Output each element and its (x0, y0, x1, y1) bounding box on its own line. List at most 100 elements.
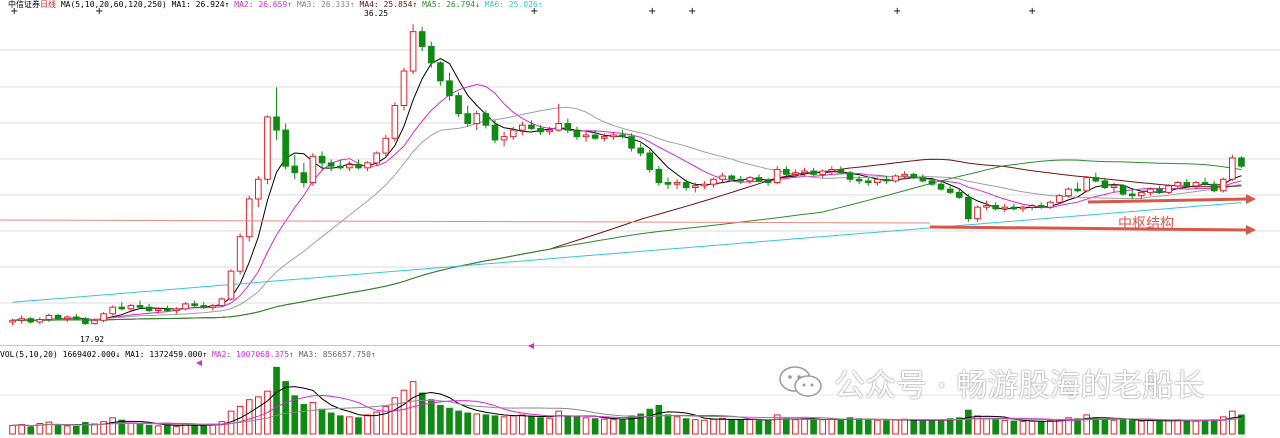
candle-body (1110, 185, 1118, 188)
candle-body (546, 129, 553, 133)
candle-body (728, 175, 736, 180)
volume-bar (600, 418, 608, 435)
candle-body (537, 127, 544, 133)
volume-bar (946, 418, 954, 435)
volume-bar (1165, 419, 1172, 435)
volume-bar (810, 419, 817, 435)
volume-bar (291, 395, 299, 435)
candle-body (1074, 188, 1081, 192)
candle-body (72, 316, 80, 320)
candle-body (518, 124, 526, 131)
candle-body (1001, 206, 1009, 210)
volume-bar (482, 414, 490, 435)
candle-body (610, 134, 617, 138)
volume-bar (664, 414, 672, 435)
watermark-text: 公众号 · 畅游股海的老船长 (834, 367, 1205, 404)
volume-bar (1110, 419, 1118, 435)
volume-bar (318, 408, 326, 435)
pivot-zone-annotation: 中枢结构 (1118, 216, 1174, 232)
candle-body (1210, 183, 1218, 192)
candle-body (637, 147, 644, 154)
candle-body (291, 165, 299, 174)
candle-body (182, 303, 189, 310)
candle-body (819, 170, 827, 175)
volume-bar (655, 404, 663, 435)
candle-body (992, 205, 999, 210)
candle-body (1137, 191, 1145, 197)
event-marker: + (1028, 6, 1036, 17)
volume-bar (1001, 420, 1009, 435)
candle-body (391, 104, 399, 139)
volume-bar (1010, 420, 1018, 435)
volume-bar (1128, 420, 1136, 435)
volume-bar (364, 414, 371, 435)
candle-body (209, 305, 217, 308)
volume-bar (883, 420, 890, 435)
volume-bar (236, 405, 244, 435)
volume-bar (764, 420, 772, 435)
candle-body (400, 70, 408, 106)
candle-body (782, 168, 790, 175)
candle-body (91, 319, 98, 325)
volume-bar (828, 418, 836, 435)
candle-body (919, 177, 927, 182)
candle-body (45, 314, 53, 320)
candle-body (1128, 193, 1136, 197)
candle-body (1147, 188, 1154, 193)
volume-bar (63, 425, 71, 435)
ma5-value: MA5: 26.794↓ (422, 0, 480, 9)
candle-body (974, 206, 981, 220)
pivot-reference-line (0, 219, 931, 224)
volume-bar (792, 419, 799, 435)
candle-body (928, 180, 936, 185)
volume-bar (965, 409, 972, 435)
candle-body (336, 165, 344, 169)
candle-body (846, 172, 854, 180)
volume-bar (710, 418, 717, 435)
volume-bar (173, 425, 180, 435)
volume-bar (1174, 419, 1182, 435)
candle-body (910, 173, 918, 179)
candle-body (227, 270, 235, 300)
volume-bar (591, 418, 599, 435)
candle-body (382, 137, 390, 154)
candle-body (628, 136, 635, 149)
lower-pivot-arrow-head (1246, 225, 1256, 235)
volume-bar (437, 404, 444, 435)
low-price-label: 17.92 (80, 335, 105, 344)
candle-body (1119, 185, 1127, 195)
candle-body (591, 134, 599, 139)
candle-body (874, 178, 881, 184)
event-marker: + (648, 6, 656, 17)
candle-body (737, 178, 745, 182)
period-label[interactable]: 日线 (40, 0, 56, 9)
volume-bar (109, 417, 117, 435)
volume-bar (300, 403, 308, 435)
volume-bar (537, 417, 544, 435)
vol-ma2-value: MA2: 1007068.375↑ (211, 350, 294, 359)
ma4-line (12, 158, 1242, 321)
volume-bar (1156, 421, 1163, 435)
ma-params: MA(5,10,20,60,120,250) (60, 0, 167, 9)
candle-body (619, 134, 626, 138)
volume-bar (136, 423, 144, 435)
volume-bar (682, 418, 690, 435)
volume-bar (9, 424, 16, 435)
candle-body (564, 123, 572, 131)
candle-body (746, 177, 754, 182)
candle-body (582, 134, 590, 138)
candle-body (282, 129, 289, 167)
candle-body (710, 178, 717, 185)
volume-bar (874, 419, 881, 435)
stock-name[interactable]: 中信证券 (8, 0, 40, 9)
candle-body (792, 172, 799, 175)
volume-bar (1192, 420, 1200, 435)
candle-body (109, 306, 117, 315)
volume-bar (382, 405, 390, 435)
candle-body (1065, 188, 1072, 197)
volume-bar (518, 414, 526, 435)
volume-bar (1074, 418, 1081, 435)
volume-bar (45, 421, 53, 435)
volume-bar (400, 389, 408, 435)
candle-body (828, 168, 836, 172)
